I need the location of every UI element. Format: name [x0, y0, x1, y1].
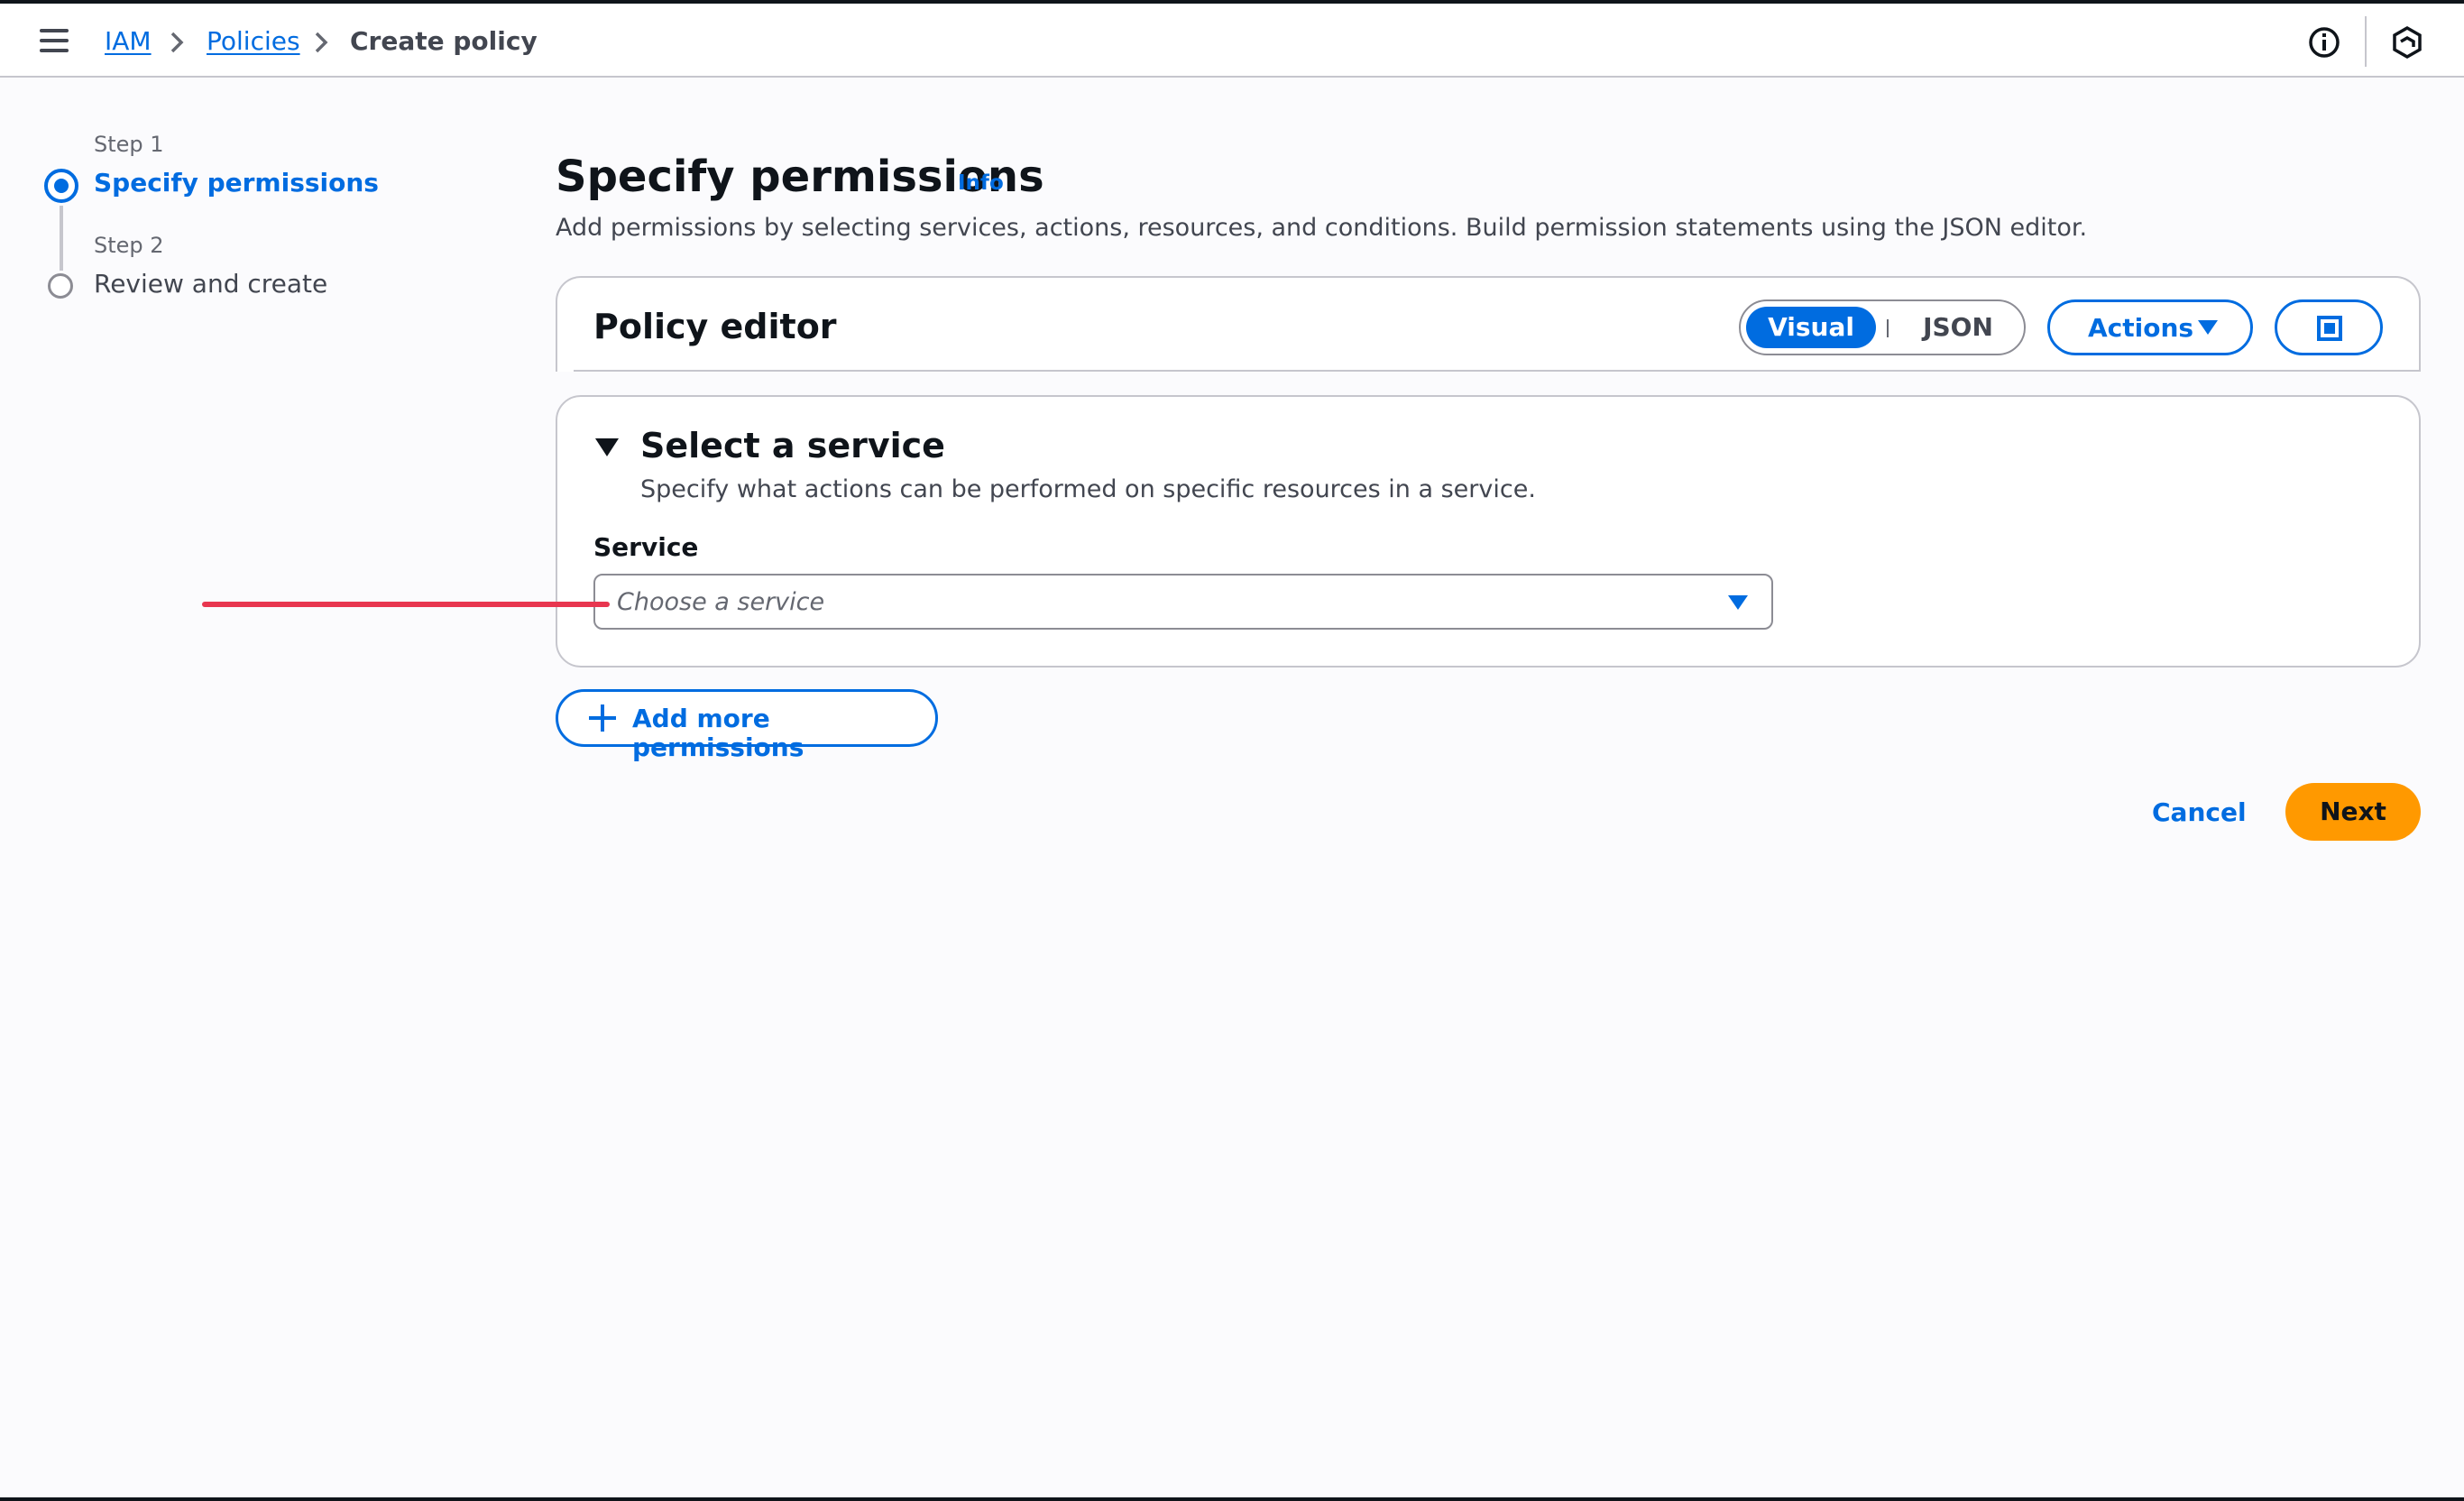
add-more-permissions-button[interactable]: Add more permissions	[556, 689, 938, 762]
step-2-label: Step 2	[94, 233, 164, 258]
top-navigation: IAM Policies Create policy	[0, 4, 2464, 78]
page: IAM Policies Create policy Step 1 Specif…	[0, 0, 2464, 1501]
cancel-button[interactable]: Cancel	[2152, 797, 2247, 828]
info-circle-icon[interactable]	[2307, 25, 2341, 60]
caret-down-icon[interactable]	[595, 438, 619, 456]
step-connector	[60, 206, 63, 271]
breadcrumb-iam[interactable]: IAM	[105, 25, 152, 58]
policy-editor-title: Policy editor	[593, 307, 837, 346]
service-select[interactable]: Choose a service	[593, 574, 1773, 630]
actions-dropdown-button[interactable]: Actions	[2047, 299, 2253, 355]
fullscreen-button[interactable]	[2275, 299, 2383, 355]
bottom-border	[0, 1497, 2464, 1501]
chevron-right-icon	[315, 32, 328, 53]
actions-label: Actions	[2088, 313, 2194, 343]
step-1-indicator-icon	[44, 169, 78, 203]
add-more-permissions-label: Add more permissions	[632, 704, 804, 762]
header-divider	[2365, 16, 2367, 67]
breadcrumb-policies[interactable]: Policies	[207, 25, 300, 58]
annotation-pointer-line	[202, 602, 610, 607]
editor-mode-toggle: Visual JSON	[1739, 299, 2026, 355]
info-link[interactable]: Info	[958, 171, 1004, 195]
breadcrumb-create-policy: Create policy	[350, 26, 538, 56]
chevron-right-icon	[170, 32, 184, 53]
caret-down-icon	[1728, 595, 1748, 610]
plus-icon	[589, 704, 616, 732]
service-field-label: Service	[593, 532, 699, 562]
mode-visual-button[interactable]: Visual	[1746, 307, 1876, 348]
section-description: Specify what actions can be performed on…	[640, 475, 1536, 503]
service-select-placeholder: Choose a service	[617, 588, 825, 616]
step-1-title[interactable]: Specify permissions	[94, 168, 379, 198]
mode-json-button[interactable]: JSON	[1899, 307, 2017, 348]
next-button[interactable]: Next	[2285, 783, 2421, 841]
segment-separator	[1887, 319, 1889, 337]
section-title[interactable]: Select a service	[640, 424, 945, 467]
fullscreen-icon	[2317, 316, 2342, 341]
caret-down-icon	[2198, 320, 2218, 335]
step-2-title: Review and create	[94, 269, 328, 299]
step-1-label: Step 1	[94, 132, 164, 157]
hamburger-menu-icon[interactable]	[40, 29, 69, 52]
settings-hex-icon[interactable]	[2390, 25, 2424, 60]
page-description: Add permissions by selecting services, a…	[556, 214, 2088, 242]
policy-editor-divider	[574, 370, 2421, 372]
step-2-indicator-icon	[48, 273, 73, 299]
